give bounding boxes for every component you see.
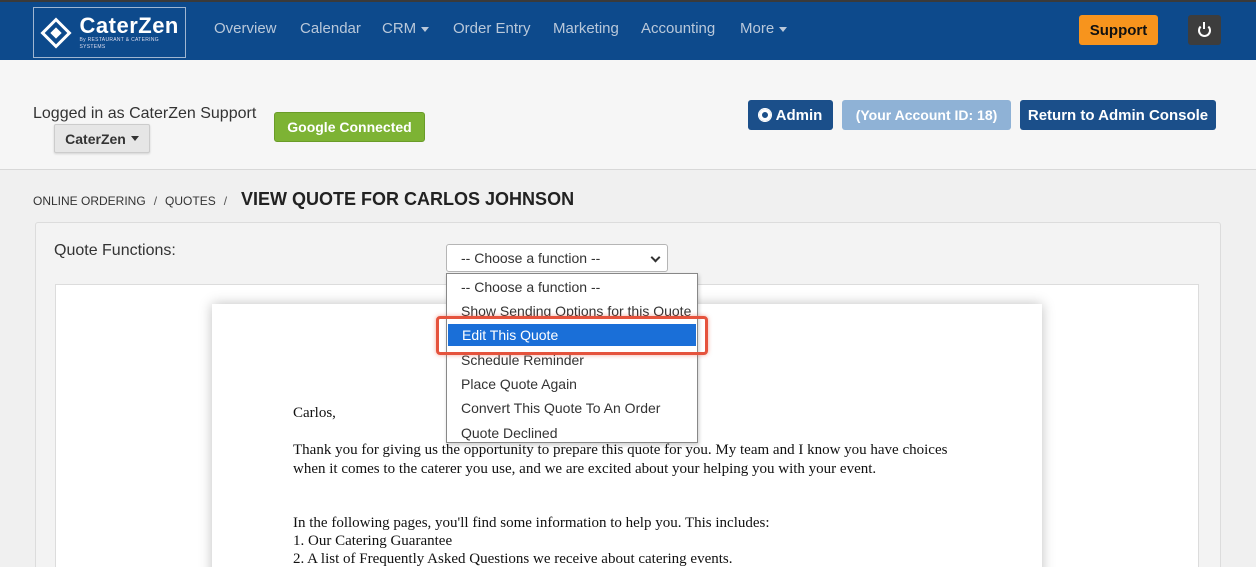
nav-accounting[interactable]: Accounting [641, 20, 715, 37]
nav-crm-label: CRM [382, 20, 417, 37]
option-quote-declined[interactable]: Quote Declined [447, 422, 697, 444]
letter-paragraph: Thank you for giving us the opportunity … [293, 442, 948, 477]
caret-down-icon [421, 26, 430, 32]
option-convert-to-order[interactable]: Convert This Quote To An Order [447, 397, 697, 419]
breadcrumb-separator: / [223, 194, 228, 208]
breadcrumb-quotes[interactable]: Quotes [165, 194, 216, 208]
quote-functions-label: Quote Functions: [54, 242, 176, 259]
highlight-box [436, 316, 708, 355]
breadcrumb-online-ordering[interactable]: Online Ordering [33, 194, 146, 208]
logged-in-text: Logged in as CaterZen Support [33, 105, 257, 122]
admin-button[interactable]: Admin [748, 100, 833, 130]
quote-function-selected: -- Choose a function -- [461, 250, 601, 266]
option-choose[interactable]: -- Choose a function -- [447, 276, 697, 298]
diamond-logo-icon [40, 16, 72, 49]
power-icon [1198, 21, 1211, 37]
admin-label: Admin [775, 106, 823, 124]
google-connected-button[interactable]: Google Connected [274, 112, 425, 142]
nav-more[interactable]: More [740, 20, 788, 37]
account-bar: Logged in as CaterZen Support CaterZen G… [0, 60, 1256, 170]
logo-name: CaterZen [79, 12, 179, 38]
nav-order-entry[interactable]: Order Entry [453, 20, 531, 37]
support-button[interactable]: Support [1079, 15, 1158, 45]
account-id-badge: (Your Account ID: 18) [842, 100, 1011, 130]
nav-calendar[interactable]: Calendar [300, 20, 361, 37]
org-dropdown-label: CaterZen [65, 130, 126, 147]
letter-list-item: 2. A list of Frequently Asked Questions … [293, 551, 733, 567]
letter-list-item: 1. Our Catering Guarantee [293, 533, 453, 549]
quote-function-select[interactable]: -- Choose a function -- [446, 244, 668, 272]
breadcrumb: Online Ordering / Quotes / View Quote fo… [33, 189, 574, 210]
nav-more-label: More [740, 20, 775, 37]
nav-marketing[interactable]: Marketing [553, 20, 619, 37]
option-place-again[interactable]: Place Quote Again [447, 373, 697, 395]
logout-button[interactable] [1188, 15, 1221, 45]
return-admin-console-button[interactable]: Return to Admin Console [1020, 100, 1216, 130]
gear-icon [758, 109, 771, 121]
org-dropdown[interactable]: CaterZen [54, 124, 150, 153]
top-navbar: CaterZen By RESTAURANT & CATERING SYSTEM… [0, 0, 1256, 60]
chevron-down-icon [650, 252, 661, 263]
caterzen-logo[interactable]: CaterZen By RESTAURANT & CATERING SYSTEM… [33, 7, 186, 58]
nav-crm[interactable]: CRM [382, 20, 430, 37]
breadcrumb-separator: / [153, 194, 158, 208]
logo-tagline: By RESTAURANT & CATERING SYSTEMS [79, 36, 159, 50]
nav-overview[interactable]: Overview [214, 20, 277, 37]
quote-function-options: -- Choose a function -- Show Sending Opt… [446, 273, 698, 443]
caret-down-icon [779, 26, 788, 32]
letter-paragraph: In the following pages, you'll find some… [293, 515, 770, 531]
caret-down-icon [130, 136, 139, 141]
page-title: View Quote for Carlos Johnson [241, 189, 575, 209]
